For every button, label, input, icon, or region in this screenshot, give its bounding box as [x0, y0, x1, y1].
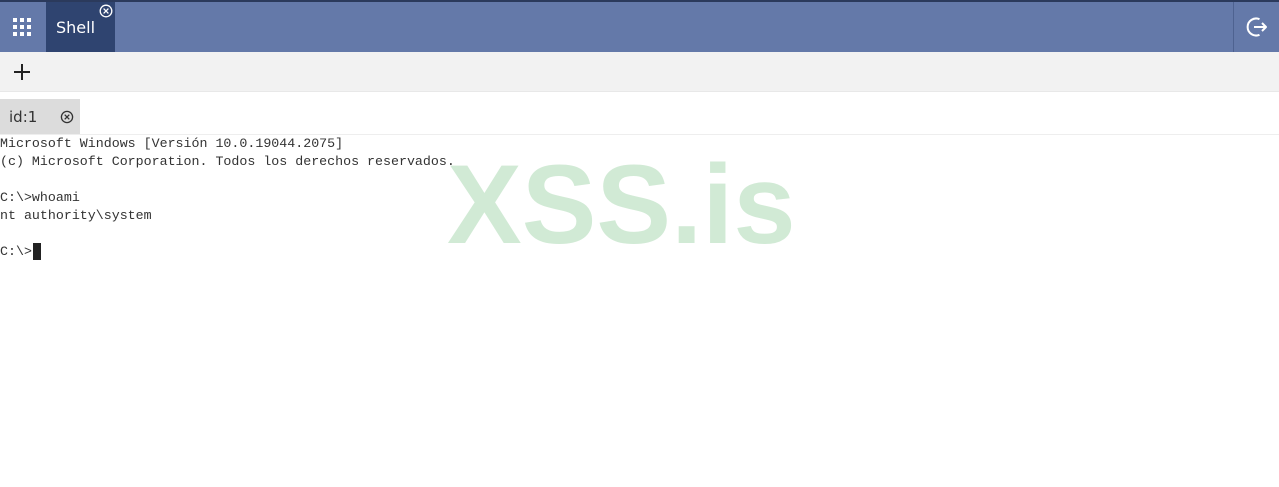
toolbar: [0, 52, 1279, 92]
terminal-cursor: [32, 243, 41, 260]
top-bar: Shell: [0, 0, 1279, 52]
add-session-button[interactable]: [8, 58, 36, 86]
terminal-output[interactable]: Microsoft Windows [Versión 10.0.19044.20…: [0, 135, 1279, 487]
terminal-prompt-line[interactable]: C:\>: [0, 243, 41, 261]
app-tab-label: Shell: [56, 17, 96, 37]
apps-menu-button[interactable]: [0, 2, 44, 52]
session-tab-bar: id:1: [0, 99, 1279, 135]
app-tab-shell[interactable]: Shell: [46, 2, 115, 52]
circle-x-icon[interactable]: [99, 4, 113, 18]
circle-x-icon[interactable]: [60, 110, 74, 124]
terminal-line: (c) Microsoft Corporation. Todos los der…: [0, 154, 455, 169]
terminal-prompt: C:\>: [0, 244, 32, 259]
terminal-line: C:\>whoami: [0, 190, 80, 205]
logout-button[interactable]: [1233, 2, 1279, 52]
plus-icon: [14, 64, 30, 80]
terminal-line: nt authority\system: [0, 208, 152, 223]
session-tab-label: id:1: [9, 107, 38, 126]
grid-icon: [13, 18, 31, 36]
logout-icon: [1246, 17, 1267, 37]
terminal-line: Microsoft Windows [Versión 10.0.19044.20…: [0, 136, 344, 151]
